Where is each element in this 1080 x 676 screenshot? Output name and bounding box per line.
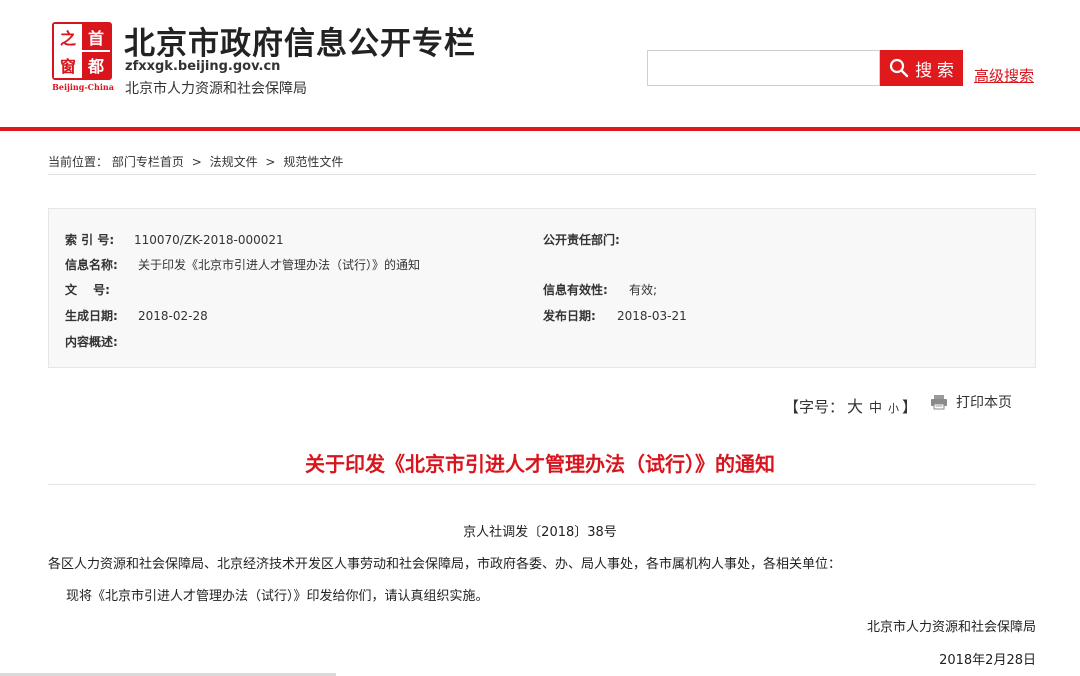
logo-frame: 之 首 窗 都 xyxy=(52,22,112,80)
font-size-prefix: 【字号： xyxy=(784,398,845,416)
meta-value: 110070/ZK-2018-000021 xyxy=(134,233,284,247)
search-input[interactable] xyxy=(647,50,880,86)
header-divider xyxy=(0,127,1080,131)
meta-summary: 内容概述: xyxy=(65,333,138,350)
breadcrumb-item-normative-docs[interactable]: 规范性文件 xyxy=(283,155,343,169)
beijing-logo[interactable]: 之 首 窗 都 Beijing-China xyxy=(52,22,114,92)
meta-label: 公开责任部门: xyxy=(543,233,620,247)
logo-char: 之 xyxy=(54,24,82,50)
font-size-suffix: 】 xyxy=(902,398,918,416)
breadcrumb: 当前位置： 部门专栏首页 > 法规文件 > 规范性文件 xyxy=(48,153,343,170)
article-signature: 北京市人力资源和社会保障局 xyxy=(866,620,1036,635)
article-paragraph: 各区人力资源和社会保障局、北京经济技术开发区人事劳动和社会保障局，市政府各委、办… xyxy=(48,557,842,572)
title-divider xyxy=(48,484,1036,485)
logo-char: 都 xyxy=(82,52,110,78)
document-number: 京人社调发〔2018〕38号 xyxy=(463,525,617,540)
site-domain: zfxxgk.beijing.gov.cn xyxy=(125,59,281,74)
logo-char: 首 xyxy=(82,24,110,50)
meta-label: 文 号: xyxy=(65,283,110,297)
meta-label: 生成日期: xyxy=(65,309,118,323)
meta-published: 发布日期: 2018-03-21 xyxy=(543,307,687,324)
breadcrumb-item-regulations[interactable]: 法规文件 xyxy=(210,155,258,169)
meta-value: 2018-03-21 xyxy=(617,309,687,323)
breadcrumb-separator: > xyxy=(265,155,276,169)
font-size-small-button[interactable]: 小 xyxy=(888,400,899,416)
font-size-large-button[interactable]: 大 xyxy=(847,393,863,417)
meta-label: 信息有效性: xyxy=(543,283,608,297)
search-button[interactable]: 搜 索 xyxy=(880,50,963,86)
font-size-medium-button[interactable]: 中 xyxy=(869,397,882,416)
meta-info-name: 信息名称: 关于印发《北京市引进人才管理办法（试行）》的通知 xyxy=(65,256,420,273)
print-page-label: 打印本页 xyxy=(956,395,1012,411)
advanced-search-link[interactable]: 高级搜索 xyxy=(974,65,1034,86)
breadcrumb-separator: > xyxy=(191,155,202,169)
print-page-button[interactable]: 打印本页 xyxy=(930,392,1012,412)
search-icon xyxy=(890,58,909,78)
meta-validity: 信息有效性: 有效; xyxy=(543,281,657,298)
meta-label: 发布日期: xyxy=(543,309,596,323)
meta-index-no: 索 引 号: 110070/ZK-2018-000021 xyxy=(65,231,284,248)
article-title: 关于印发《北京市引进人才管理办法（试行）》的通知 xyxy=(305,452,775,476)
meta-doc-no: 文 号: xyxy=(65,281,138,298)
breadcrumb-prefix: 当前位置： xyxy=(48,155,109,169)
meta-dept: 公开责任部门: xyxy=(543,231,620,248)
meta-created: 生成日期: 2018-02-28 xyxy=(65,307,208,324)
site-org: 北京市人力资源和社会保障局 xyxy=(125,81,307,97)
meta-value: 2018-02-28 xyxy=(138,309,208,323)
search-button-label: 搜 索 xyxy=(915,60,954,80)
site-title[interactable]: 北京市政府信息公开专栏 xyxy=(124,18,476,63)
document-metadata: 索 引 号: 110070/ZK-2018-000021 信息名称: 关于印发《北京… xyxy=(48,208,1036,368)
site-header: 之 首 窗 都 Beijing-China 北京市政府信息公开专栏 zfxxgk… xyxy=(0,0,1080,128)
font-size-controls: 【字号： 大 中 小 】 xyxy=(784,393,917,417)
meta-value: 有效; xyxy=(629,283,658,297)
meta-label: 索 引 号: xyxy=(65,233,115,247)
article-date: 2018年2月28日 xyxy=(939,653,1036,668)
logo-subtitle: Beijing-China xyxy=(52,82,114,92)
article-paragraph: 现将《北京市引进人才管理办法（试行）》印发给你们，请认真组织实施。 xyxy=(66,589,489,604)
meta-label: 信息名称: xyxy=(65,258,118,272)
printer-icon xyxy=(931,395,947,410)
meta-value: 关于印发《北京市引进人才管理办法（试行）》的通知 xyxy=(138,258,421,272)
breadcrumb-item-dept-home[interactable]: 部门专栏首页 xyxy=(112,155,184,169)
breadcrumb-divider xyxy=(48,174,1036,175)
logo-char: 窗 xyxy=(54,52,82,78)
meta-label: 内容概述: xyxy=(65,335,118,349)
